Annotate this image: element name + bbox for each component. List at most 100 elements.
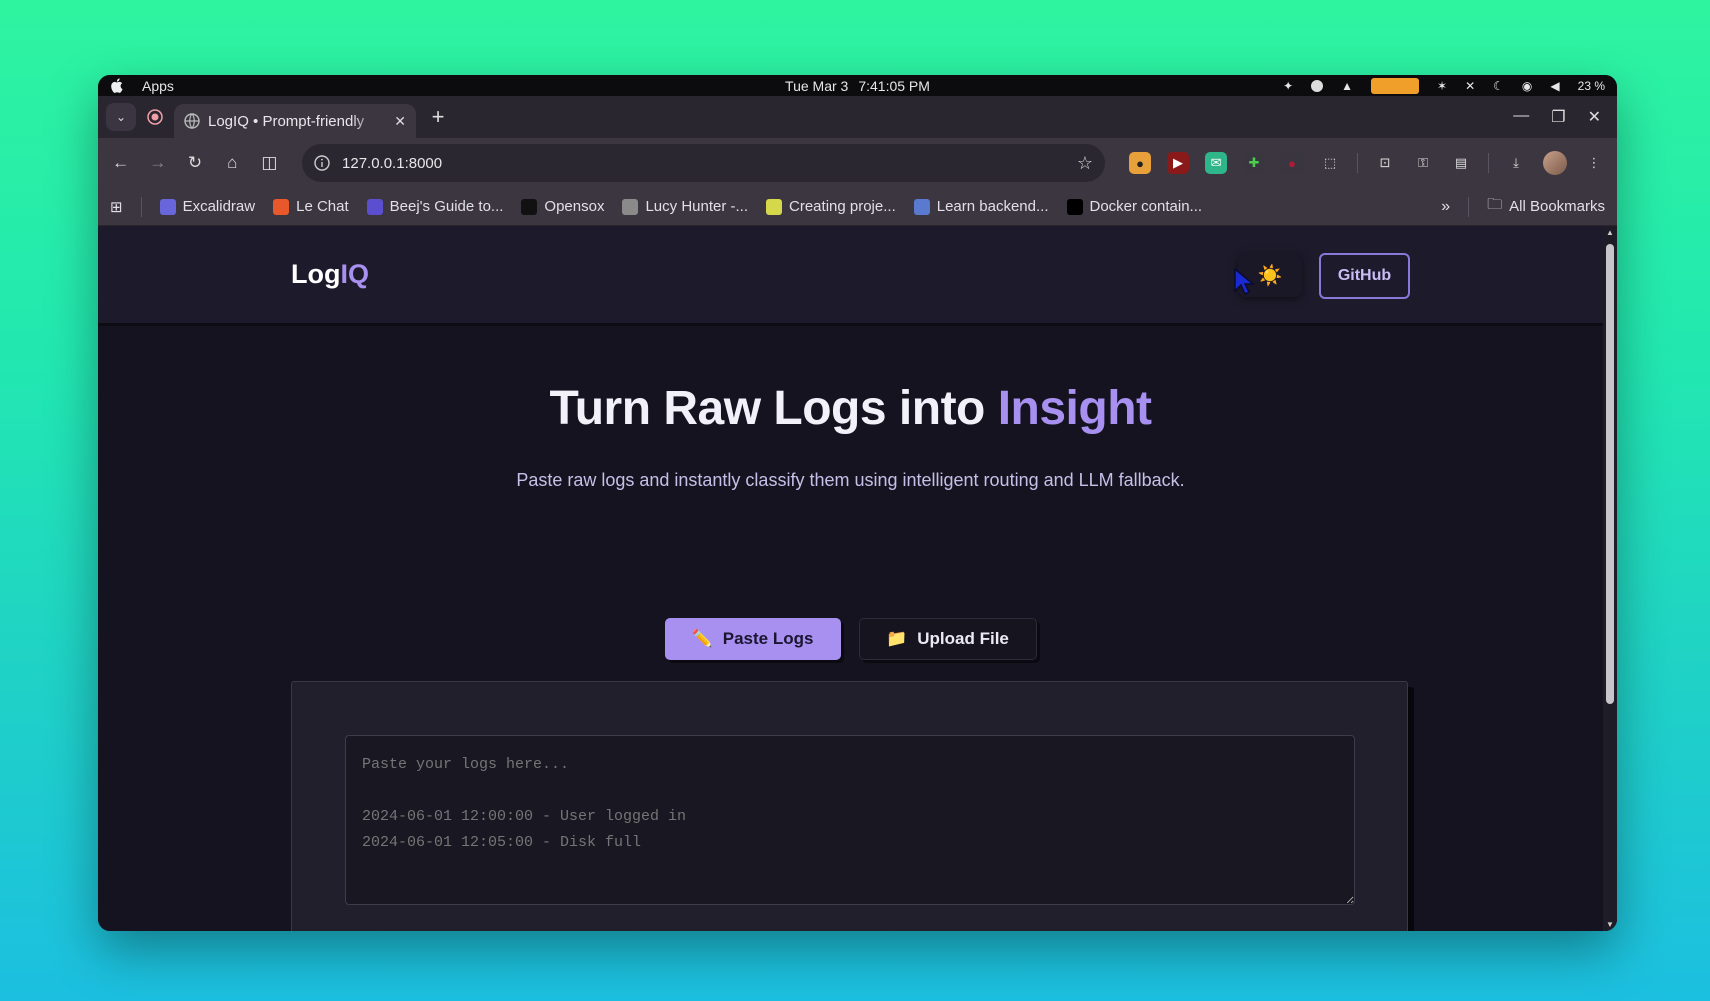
input-mode-switch: ✏️ Paste Logs 📁 Upload File <box>98 618 1603 660</box>
clock-time: 7:41:05 PM <box>858 77 930 94</box>
forward-arrow-icon[interactable]: → <box>147 153 168 173</box>
kebab-menu-icon[interactable]: ⋮ <box>1583 152 1605 174</box>
log-input-textarea[interactable] <box>345 735 1355 905</box>
screen-record-indicator[interactable] <box>1371 77 1420 94</box>
extensions-icon[interactable]: ⬚ <box>1319 152 1341 174</box>
profile-avatar[interactable] <box>1543 151 1568 175</box>
address-bar[interactable]: 127.0.0.1:8000 ☆ <box>302 144 1106 182</box>
tab-strip: ⌄ LogIQ • Prompt-friendly ✕ + — ❐ ✕ <box>98 96 1617 138</box>
apple-icon[interactable] <box>110 78 124 93</box>
bookmark-label: Creating proje... <box>789 198 896 215</box>
home-icon[interactable]: ⌂ <box>222 153 243 173</box>
window-controls: — ❐ ✕ <box>1513 107 1609 127</box>
apps-menu[interactable]: Apps <box>142 78 174 94</box>
github-button[interactable]: GitHub <box>1319 253 1410 299</box>
tab-logiq[interactable]: LogIQ • Prompt-friendly ✕ <box>174 104 416 138</box>
bookmark-label: Learn backend... <box>936 198 1049 215</box>
bookmarks-bar: ⊞ Excalidraw Le Chat Beej's Guide to... Ope… <box>98 188 1617 226</box>
backend-icon <box>913 198 930 215</box>
back-arrow-icon[interactable]: ← <box>110 153 131 173</box>
puzzle-tray-icon[interactable]: ✦ <box>1283 79 1293 93</box>
lucy-icon <box>622 198 639 215</box>
folder-icon: 📁 <box>886 629 908 648</box>
accessibility-icon[interactable]: ✶ <box>1437 79 1447 93</box>
bookmarks-divider <box>1468 196 1470 217</box>
clock[interactable]: Tue Mar 3 7:41:05 PM <box>785 78 930 94</box>
upload-file-label: Upload File <box>917 629 1009 648</box>
site-info-icon[interactable] <box>314 155 330 171</box>
wifi-icon[interactable]: ◉ <box>1522 79 1532 93</box>
restore-icon[interactable]: ❐ <box>1551 107 1565 127</box>
logo-main-text: Log <box>291 259 341 289</box>
scrollbar-thumb[interactable] <box>1606 244 1614 704</box>
bookmark-item[interactable]: Beej's Guide to... <box>366 198 504 215</box>
bookmark-item[interactable]: Learn backend... <box>913 198 1049 215</box>
bookmark-label: Excalidraw <box>182 198 256 215</box>
close-tab-icon[interactable]: ✕ <box>394 113 406 130</box>
tab-title: LogIQ • Prompt-friendly <box>208 112 365 130</box>
clock-date: Tue Mar 3 <box>785 77 849 94</box>
reload-icon[interactable]: ↻ <box>184 153 205 173</box>
log-input-panel <box>291 681 1408 931</box>
bookmark-label: Le Chat <box>296 198 349 215</box>
status-circle-icon[interactable] <box>1311 79 1324 92</box>
bookmark-label: Beej's Guide to... <box>389 198 504 215</box>
upload-file-button[interactable]: 📁 Upload File <box>858 618 1037 660</box>
all-bookmarks-folder[interactable]: 🗀 All Bookmarks <box>1487 194 1605 219</box>
page-viewport[interactable]: LogIQ ☀️ GitHub Turn Raw Logs into Insig… <box>98 226 1617 931</box>
hero-title: Turn Raw Logs into Insight <box>98 381 1603 436</box>
screenshot-icon[interactable]: ⊡ <box>1374 152 1396 174</box>
person-extension-icon[interactable]: ● <box>1129 152 1152 174</box>
bookmark-item[interactable]: Le Chat <box>273 198 349 215</box>
bookmark-label: Docker contain... <box>1089 198 1203 215</box>
volume-icon[interactable]: ◀ <box>1550 79 1559 93</box>
toolbar-divider <box>1488 153 1490 173</box>
close-window-icon[interactable]: ✕ <box>1588 107 1601 127</box>
split-view-icon[interactable]: ◫ <box>259 153 280 173</box>
new-tab-button[interactable]: + <box>424 104 452 130</box>
opensox-icon <box>521 198 538 215</box>
bookmark-star-icon[interactable]: ☆ <box>1077 153 1093 174</box>
download-icon[interactable]: ⤓ <box>1505 152 1527 174</box>
mail-extension-icon[interactable]: ✉ <box>1205 152 1228 174</box>
bookmark-label: Lucy Hunter -... <box>645 198 749 215</box>
bookmark-item[interactable]: Docker contain... <box>1066 198 1203 215</box>
toolbar-divider <box>1357 153 1359 173</box>
scroll-up-arrow-icon[interactable]: ▲ <box>1606 228 1614 237</box>
medium-icon <box>1066 198 1083 215</box>
pdf-extension-icon[interactable]: ▶ <box>1167 152 1190 174</box>
paste-logs-button[interactable]: ✏️ Paste Logs <box>664 618 841 660</box>
password-key-icon[interactable]: ⚿ <box>1412 152 1434 174</box>
battery-indicator[interactable]: 23 % <box>1578 79 1605 93</box>
site-logo[interactable]: LogIQ <box>291 259 369 290</box>
bookmark-item[interactable]: Opensox <box>521 198 604 215</box>
minimize-icon[interactable]: — <box>1513 107 1529 127</box>
notification-tray-icon[interactable]: ▲ <box>1341 79 1353 93</box>
recording-icon[interactable] <box>144 106 166 128</box>
moon-icon[interactable]: ☾ <box>1493 79 1504 93</box>
mistral-icon <box>273 198 290 215</box>
bookmark-item[interactable]: Excalidraw <box>159 198 256 215</box>
tab-search-button[interactable]: ⌄ <box>106 103 136 131</box>
apps-grid-icon[interactable]: ⊞ <box>110 198 123 216</box>
puzzle-green-extension-icon[interactable]: ✚ <box>1243 152 1266 174</box>
scroll-down-arrow-icon[interactable]: ▼ <box>1606 920 1614 929</box>
red-circle-extension-icon[interactable]: ● <box>1281 152 1304 174</box>
site-header: LogIQ ☀️ GitHub <box>98 226 1603 326</box>
more-bookmarks-chevron-icon[interactable]: » <box>1441 198 1450 216</box>
folder-icon: 🗀 <box>1487 196 1503 213</box>
bookmark-label: Opensox <box>544 198 605 215</box>
excalidraw-icon <box>159 198 176 215</box>
page-scrollbar[interactable]: ▲ ▼ <box>1603 226 1617 931</box>
reading-mode-icon[interactable]: ▤ <box>1450 152 1472 174</box>
extensions-row: ● ▶ ✉ ✚ ● ⬚ ⊡ ⚿ ▤ ⤓ ⋮ <box>1129 151 1605 175</box>
bookmark-list: Excalidraw Le Chat Beej's Guide to... Opens… <box>159 198 1203 215</box>
hero-title-main: Turn Raw Logs into <box>549 382 998 435</box>
bookmark-item[interactable]: Creating proje... <box>766 198 896 215</box>
url-text: 127.0.0.1:8000 <box>342 154 443 172</box>
globe-icon <box>184 113 200 129</box>
bookmark-item[interactable]: Lucy Hunter -... <box>622 198 748 215</box>
system-menubar: Apps Tue Mar 3 7:41:05 PM ✦ ▲ ✶ ✕ ☾ ◉ ◀ … <box>98 75 1617 96</box>
mute-icon[interactable]: ✕ <box>1465 79 1475 93</box>
browser-window: Apps Tue Mar 3 7:41:05 PM ✦ ▲ ✶ ✕ ☾ ◉ ◀ … <box>98 75 1617 931</box>
